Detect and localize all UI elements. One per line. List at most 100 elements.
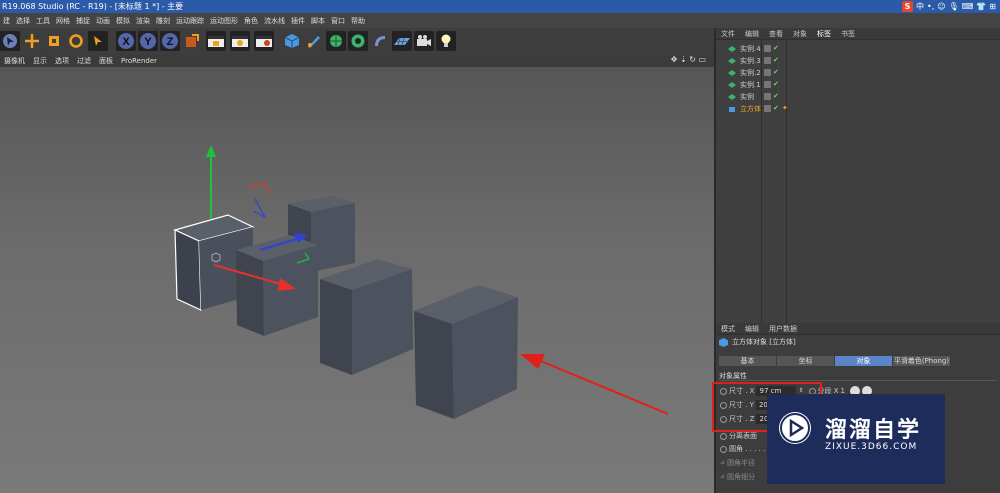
scale-tool-icon[interactable] bbox=[44, 31, 64, 51]
viewport-menu-filter[interactable]: 过滤 bbox=[73, 56, 95, 66]
enabled-check-icon[interactable]: ✔ bbox=[773, 69, 780, 76]
select-tool-icon[interactable] bbox=[0, 31, 20, 51]
watermark-logo: 溜溜自学 ZIXUE.3D66.COM bbox=[767, 394, 945, 484]
enabled-check-icon[interactable]: ✔ bbox=[773, 57, 780, 64]
menu-item[interactable]: 捕捉 bbox=[73, 16, 93, 26]
object-name[interactable]: 立方体 bbox=[740, 103, 761, 115]
tab-phong[interactable]: 平滑着色(Phong) bbox=[893, 356, 950, 366]
object-row[interactable]: 实例.4 ✔ bbox=[716, 43, 1000, 55]
move-tool-icon[interactable] bbox=[22, 31, 42, 51]
tab-object[interactable]: 对象 bbox=[835, 356, 892, 366]
enabled-check-icon[interactable]: ✔ bbox=[773, 81, 780, 88]
instance-cube[interactable] bbox=[236, 235, 318, 336]
visibility-icon[interactable] bbox=[764, 93, 771, 100]
menu-item[interactable]: 建 bbox=[0, 16, 13, 26]
menu-item[interactable]: 帮助 bbox=[348, 16, 368, 26]
ime-chinese-toggle[interactable]: 中 bbox=[916, 0, 924, 13]
object-name[interactable]: 实例.2 bbox=[740, 67, 761, 79]
cube-object-icon[interactable] bbox=[282, 31, 302, 51]
om-menu-file[interactable]: 文件 bbox=[716, 29, 740, 39]
deformer-icon[interactable] bbox=[370, 31, 390, 51]
am-menu-mode[interactable]: 模式 bbox=[716, 324, 740, 334]
instance-cube[interactable] bbox=[414, 285, 518, 419]
am-menu-userdata[interactable]: 用户数据 bbox=[764, 324, 802, 334]
z-axis-lock-button[interactable]: Z bbox=[160, 31, 180, 51]
om-menu-bookmarks[interactable]: 书签 bbox=[836, 29, 860, 39]
y-axis-lock-button[interactable]: Y bbox=[138, 31, 158, 51]
camera-icon[interactable] bbox=[414, 31, 434, 51]
menu-item[interactable]: 窗口 bbox=[328, 16, 348, 26]
skin-icon[interactable]: 👕 bbox=[976, 0, 986, 13]
viewport-menu-prorender[interactable]: ProRender bbox=[117, 57, 161, 65]
x-axis-lock-button[interactable]: X bbox=[116, 31, 136, 51]
sogou-icon[interactable]: S bbox=[902, 1, 914, 12]
viewport-menu-cameras[interactable]: 摄像机 bbox=[0, 56, 29, 66]
menu-item[interactable]: 选择 bbox=[13, 16, 33, 26]
tab-basic[interactable]: 基本 bbox=[719, 356, 776, 366]
object-row[interactable]: 实例.3 ✔ bbox=[716, 55, 1000, 67]
menu-item[interactable]: 角色 bbox=[241, 16, 261, 26]
object-row[interactable]: 实例 ✔ bbox=[716, 91, 1000, 103]
object-flags: ✔ bbox=[764, 93, 780, 100]
punctuation-icon[interactable]: •, bbox=[927, 0, 934, 13]
pen-spline-icon[interactable] bbox=[304, 31, 324, 51]
visibility-icon[interactable] bbox=[764, 105, 771, 112]
viewport-navigation-icons[interactable]: ✥ ⇣ ↻ ▭ bbox=[667, 55, 710, 64]
menu-item[interactable]: 流水线 bbox=[261, 16, 288, 26]
object-row[interactable]: 实例.2 ✔ bbox=[716, 67, 1000, 79]
enabled-check-icon[interactable]: ✔ bbox=[773, 93, 780, 100]
om-menu-view[interactable]: 查看 bbox=[764, 29, 788, 39]
subdivision-surface-icon[interactable] bbox=[326, 31, 346, 51]
light-icon[interactable] bbox=[436, 31, 456, 51]
viewport-menu-options[interactable]: 选项 bbox=[51, 56, 73, 66]
recent-tool-icon[interactable] bbox=[88, 31, 108, 51]
instance-cube[interactable] bbox=[320, 259, 413, 375]
menu-item[interactable]: 运动跟踪 bbox=[173, 16, 207, 26]
menu-item[interactable]: 模拟 bbox=[113, 16, 133, 26]
tab-coord[interactable]: 坐标 bbox=[777, 356, 834, 366]
tag-icon[interactable]: ✦ bbox=[782, 105, 789, 112]
object-name[interactable]: 实例 bbox=[740, 91, 754, 103]
emoji-icon[interactable]: ☺ bbox=[937, 0, 945, 13]
visibility-icon[interactable] bbox=[764, 81, 771, 88]
om-menu-objects[interactable]: 对象 bbox=[788, 29, 812, 39]
object-name[interactable]: 实例.1 bbox=[740, 79, 761, 91]
keyboard-icon[interactable]: ⌨ bbox=[962, 0, 974, 13]
object-row-selected[interactable]: 立方体 ✔ ✦ bbox=[716, 103, 1000, 115]
enabled-check-icon[interactable]: ✔ bbox=[773, 105, 780, 112]
menu-item[interactable]: 插件 bbox=[288, 16, 308, 26]
am-menu-edit[interactable]: 编辑 bbox=[740, 324, 764, 334]
viewport-menu-panel[interactable]: 面板 bbox=[95, 56, 117, 66]
coordinate-system-icon[interactable] bbox=[182, 31, 202, 51]
floor-icon[interactable] bbox=[392, 31, 412, 51]
menu-item[interactable]: 网格 bbox=[53, 16, 73, 26]
instance-icon bbox=[728, 70, 736, 76]
menu-item[interactable]: 渲染 bbox=[133, 16, 153, 26]
visibility-icon[interactable] bbox=[764, 45, 771, 52]
object-row[interactable]: 实例.1 ✔ bbox=[716, 79, 1000, 91]
visibility-icon[interactable] bbox=[764, 57, 771, 64]
visibility-icon[interactable] bbox=[764, 69, 771, 76]
rotate-tool-icon[interactable] bbox=[66, 31, 86, 51]
om-menu-edit[interactable]: 编辑 bbox=[740, 29, 764, 39]
render-settings-icon[interactable] bbox=[254, 31, 274, 51]
animate-radio[interactable] bbox=[720, 445, 727, 453]
menu-item[interactable]: 工具 bbox=[33, 16, 53, 26]
microphone-icon[interactable]: 🎙 bbox=[949, 0, 959, 13]
menu-item[interactable]: 动画 bbox=[93, 16, 113, 26]
viewport-scene[interactable] bbox=[0, 67, 714, 493]
grid-icon[interactable]: ⊞ bbox=[989, 0, 996, 13]
viewport-menu-display[interactable]: 显示 bbox=[29, 56, 51, 66]
perspective-viewport[interactable] bbox=[0, 67, 714, 493]
menu-item[interactable]: 雕刻 bbox=[153, 16, 173, 26]
object-name[interactable]: 实例.3 bbox=[740, 55, 761, 67]
render-view-icon[interactable] bbox=[206, 31, 226, 51]
cloner-icon[interactable] bbox=[348, 31, 368, 51]
om-menu-tags[interactable]: 标签 bbox=[812, 29, 836, 39]
menu-item[interactable]: 运动图形 bbox=[207, 16, 241, 26]
animate-radio[interactable] bbox=[720, 432, 727, 440]
enabled-check-icon[interactable]: ✔ bbox=[773, 45, 780, 52]
render-picture-viewer-icon[interactable] bbox=[230, 31, 250, 51]
menu-item[interactable]: 脚本 bbox=[308, 16, 328, 26]
object-name[interactable]: 实例.4 bbox=[740, 43, 761, 55]
